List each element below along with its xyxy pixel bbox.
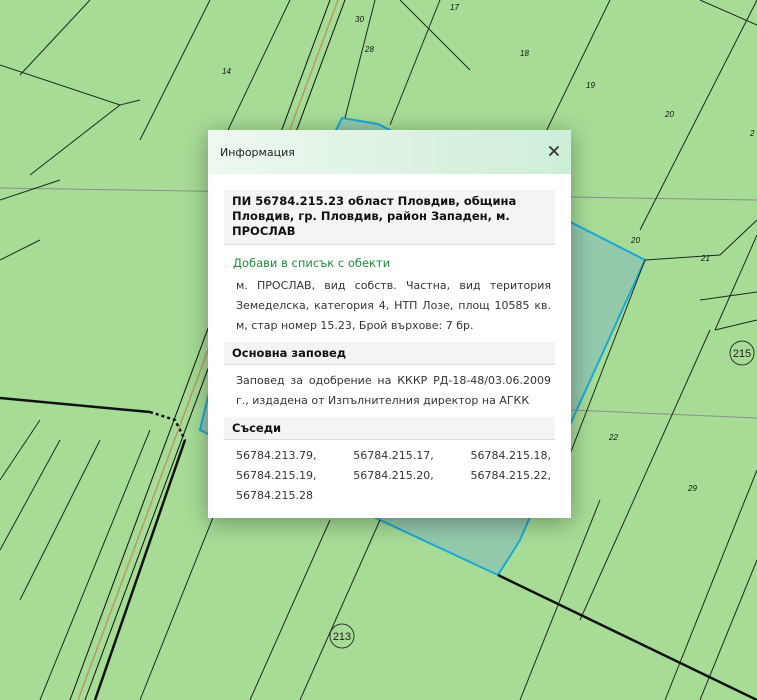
parcel-label: 29: [687, 484, 697, 493]
popup-header: Информация: [208, 130, 571, 174]
popup-title: Информация: [220, 146, 295, 159]
order-text: Заповед за одобрение на КККР РД-18-48/03…: [236, 374, 551, 407]
parcel-label: 18: [520, 49, 529, 58]
parcel-label: 20: [630, 236, 640, 245]
parcel-label: 2: [749, 129, 755, 138]
order-heading: Основна заповед: [224, 342, 555, 365]
parcel-label: 20: [664, 110, 674, 119]
parcel-details: м. ПРОСЛАВ, вид собств. Частна, вид тери…: [236, 279, 551, 332]
popup-body: ПИ 56784.215.23 област Пловдив, община П…: [208, 174, 571, 518]
close-icon[interactable]: [545, 142, 563, 160]
parcel-label: 30: [355, 15, 364, 24]
neighbors-heading: Съседи: [224, 417, 555, 440]
parcel-label: 22: [608, 433, 618, 442]
parcel-label: 19: [586, 81, 595, 90]
parcel-heading: ПИ 56784.215.23 област Пловдив, община П…: [224, 190, 555, 245]
neighbors-text: 56784.213.79, 56784.215.17, 56784.215.18…: [236, 449, 551, 502]
parcel-label: 14: [222, 67, 231, 76]
parcel-label: 21: [700, 254, 710, 263]
parcel-label: 28: [364, 45, 374, 54]
parcel-label: 17: [450, 3, 459, 12]
info-popup: Информация ПИ 56784.215.23 област Пловди…: [208, 130, 571, 518]
svg-text:213: 213: [333, 631, 351, 643]
add-to-list-link[interactable]: Добави в списък с обекти: [233, 256, 555, 270]
svg-text:215: 215: [733, 348, 751, 360]
